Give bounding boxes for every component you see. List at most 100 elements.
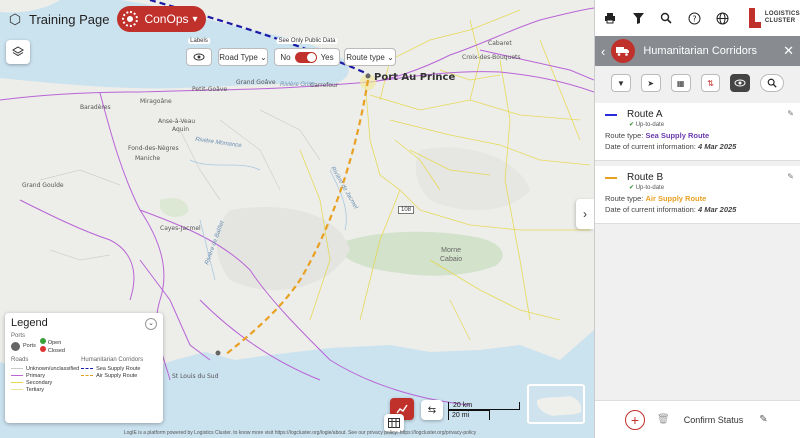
labels-toggle[interactable]	[186, 48, 212, 66]
route-type-value: Air Supply Route	[645, 194, 707, 203]
place-label: Croix-des-Bouquets	[462, 54, 521, 61]
pencil-icon: ✎	[787, 172, 794, 181]
place-label: Miragoâne	[140, 98, 172, 105]
svg-text:?: ?	[692, 14, 696, 23]
help-button[interactable]: ?	[683, 6, 706, 30]
road-type-dropdown[interactable]: Road Type ⌄	[218, 48, 268, 66]
filter-button[interactable]	[627, 6, 650, 30]
legend-collapse-button[interactable]: ⌄	[145, 318, 157, 330]
place-label: Baradères	[80, 104, 111, 111]
map-icon: ▦	[676, 78, 685, 88]
edit-button[interactable]: ✎	[759, 414, 767, 425]
check-icon: ✔	[629, 122, 636, 128]
public-data-switch-wrap: No Yes	[274, 48, 340, 66]
place-label: Petit-Goâve	[192, 86, 228, 93]
ruler-icon: ⇆	[427, 404, 437, 416]
legend-port-status: Open Closed	[39, 338, 65, 354]
airport-marker	[215, 350, 221, 356]
conops-button[interactable]: ConOps ▾	[117, 6, 206, 32]
legend-roads-section: Roads	[11, 357, 29, 363]
route-name: Route A	[627, 109, 663, 120]
brand-mark-icon	[748, 8, 761, 28]
plus-icon: +	[630, 411, 640, 428]
legend-air-label: Air Supply Route	[96, 372, 138, 379]
visibility-button[interactable]	[730, 74, 751, 92]
place-label: Aquin	[172, 126, 190, 133]
minimap[interactable]	[527, 384, 585, 424]
legend-sea-label: Sea Supply Route	[96, 365, 141, 372]
navigate-icon: ➤	[647, 78, 655, 88]
place-label: Grand Goulde	[22, 182, 64, 189]
closed-dot	[39, 346, 46, 352]
search-button[interactable]	[655, 6, 678, 30]
layers-icon	[12, 46, 24, 57]
legend-unknown-label: Unknown/unclassified	[26, 365, 80, 372]
panel-header: ‹ Humanitarian Corridors ✕	[595, 36, 800, 66]
route-status: ✔ Up-to-date	[629, 184, 792, 191]
measure-button[interactable]: ⇆	[421, 400, 443, 420]
legend-row: Primary	[11, 372, 81, 379]
location-button[interactable]: ➤	[640, 74, 661, 92]
route-date-caption: Date of current information:	[605, 205, 696, 214]
back-button[interactable]: ‹	[601, 44, 605, 59]
yes-label: Yes	[320, 52, 334, 62]
legend-roads: Roads Unknown/unclassified Primary Secon…	[11, 357, 81, 393]
public-data-toggle[interactable]	[294, 51, 317, 63]
trash-icon: 🗑	[657, 414, 670, 425]
globe-icon	[716, 12, 729, 24]
route-status-label: Up-to-date	[635, 122, 665, 128]
pencil-icon: ✎	[759, 414, 768, 425]
sort-button[interactable]: ⇅	[700, 74, 721, 92]
print-button[interactable]	[599, 6, 622, 30]
panel-filter-button[interactable]: ▼	[611, 74, 631, 92]
scale-bar: 20 km 20 mi	[448, 402, 520, 420]
legend-ports-label: Ports	[23, 343, 36, 349]
delete-button[interactable]: 🗑	[657, 414, 670, 425]
route-card[interactable]: Route A ✔ Up-to-date Route type: Sea Sup…	[595, 103, 800, 161]
map-view-button[interactable]: ▦	[670, 74, 691, 92]
truck-icon	[611, 39, 636, 63]
legend-row: Secondary	[11, 379, 81, 386]
funnel-icon	[632, 12, 644, 24]
route-type-dropdown[interactable]: Route type ⌄	[344, 48, 396, 66]
legend-swatch	[11, 389, 23, 390]
chevron-down-icon: ⌄	[384, 52, 394, 62]
panel-title: Humanitarian Corridors	[643, 45, 758, 57]
legend-corridors: Humanitarian Corridors Sea Supply Route …	[81, 357, 157, 393]
edit-route-button[interactable]: ✎	[787, 109, 794, 118]
search-icon	[767, 78, 777, 88]
legend-panel: Legend ⌄ Ports Ports Open Closed Roads U…	[5, 313, 163, 423]
confirm-status-button[interactable]: Confirm Status	[684, 415, 744, 425]
add-route-button[interactable]: +	[625, 409, 645, 430]
layers-button[interactable]	[6, 40, 30, 64]
legend-row: Tertiary	[11, 386, 81, 393]
brand-line-2: CLUSTER	[764, 18, 796, 24]
panel-expand-button[interactable]: ›	[576, 199, 594, 229]
language-button[interactable]	[711, 6, 734, 30]
mountain-label: Morne Cabaio	[440, 247, 463, 263]
chevron-down-icon: ⌄	[257, 52, 267, 62]
sort-icon: ⇅	[707, 78, 714, 88]
legend-secondary-label: Secondary	[26, 379, 53, 386]
scale-mi-label: 20 mi	[452, 412, 470, 419]
eye-icon	[734, 79, 746, 87]
close-panel-button[interactable]: ✕	[783, 43, 794, 59]
gear-icon	[122, 11, 139, 27]
place-label: Cabaret	[488, 40, 512, 47]
panel-footer: + 🗑 Confirm Status ✎	[595, 400, 800, 438]
brand-text: LOGISTICS CLUSTER	[765, 11, 800, 25]
legend-row: Sea Supply Route	[81, 365, 157, 372]
route-card[interactable]: Route B ✔ Up-to-date Route type: Air Sup…	[595, 166, 800, 224]
logistics-cluster-logo: LOGISTICS CLUSTER	[747, 6, 800, 30]
panel-search-button[interactable]	[760, 74, 785, 92]
route-date-line: Date of current information: 4 Mar 2025	[605, 205, 792, 214]
place-label: St Louis du Sud	[172, 373, 219, 380]
route-status: ✔ Up-to-date	[629, 121, 792, 128]
no-label: No	[280, 52, 291, 62]
edit-route-button[interactable]: ✎	[787, 172, 794, 181]
road-shield: 108	[398, 206, 415, 214]
legend-lines: Roads Unknown/unclassified Primary Secon…	[11, 357, 157, 393]
labels-caption: Labels	[188, 38, 210, 44]
route-date-caption: Date of current information:	[605, 142, 696, 151]
place-label: Grand Goâve	[236, 79, 276, 86]
